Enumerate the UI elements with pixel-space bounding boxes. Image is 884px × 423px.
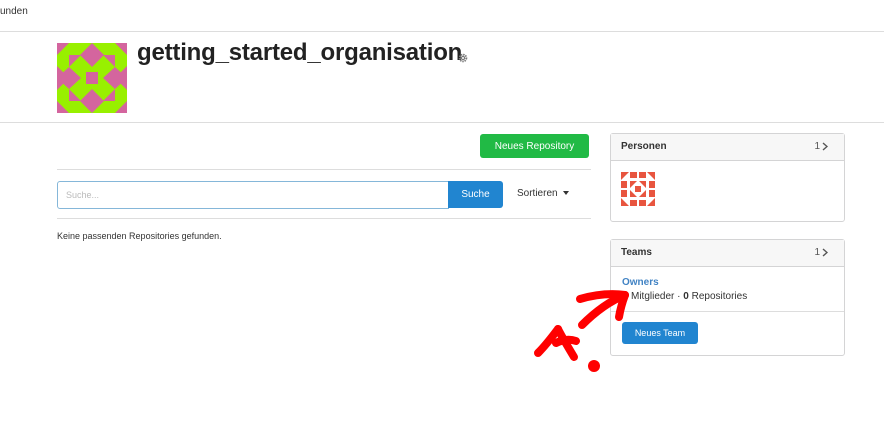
- empty-repositories-message: Keine passenden Repositories gefunden.: [57, 231, 222, 241]
- team-repos-count: 0: [683, 291, 689, 302]
- divider: [611, 311, 844, 312]
- search-input[interactable]: [57, 181, 449, 209]
- people-count: 1: [814, 141, 820, 152]
- org-header: getting_started_organisation: [0, 32, 884, 123]
- red-arrow-annotation: [534, 290, 629, 372]
- sort-dropdown[interactable]: Sortieren: [517, 188, 569, 199]
- teams-title: Teams: [621, 247, 652, 258]
- org-avatar: [57, 43, 127, 113]
- teams-count: 1: [814, 247, 820, 258]
- team-repos-label: Repositories: [691, 291, 748, 302]
- new-repository-button[interactable]: Neues Repository: [480, 134, 589, 158]
- top-bar: unden: [0, 0, 884, 32]
- chevron-right-icon[interactable]: [822, 142, 828, 151]
- people-card-header[interactable]: Personen 1: [611, 134, 844, 161]
- caret-down-icon: [562, 191, 569, 195]
- team-meta: Mitglieder · 0 Repositories: [622, 291, 747, 302]
- sort-label: Sortieren: [517, 188, 558, 199]
- breadcrumb[interactable]: unden: [0, 6, 28, 17]
- meta-separator: ·: [677, 291, 681, 302]
- org-name: getting_started_organisation: [137, 39, 463, 66]
- divider: [57, 169, 591, 170]
- teams-card-header[interactable]: Teams 1: [611, 240, 844, 267]
- search-button[interactable]: Suche: [448, 181, 503, 208]
- member-avatar[interactable]: [621, 172, 655, 206]
- divider: [57, 218, 591, 219]
- gear-icon[interactable]: [458, 53, 468, 63]
- people-card: Personen 1: [610, 133, 845, 222]
- teams-card: Teams 1 Owners Mitglieder · 0 Repositori…: [610, 239, 845, 356]
- chevron-right-icon[interactable]: [822, 248, 828, 257]
- people-title: Personen: [621, 141, 667, 152]
